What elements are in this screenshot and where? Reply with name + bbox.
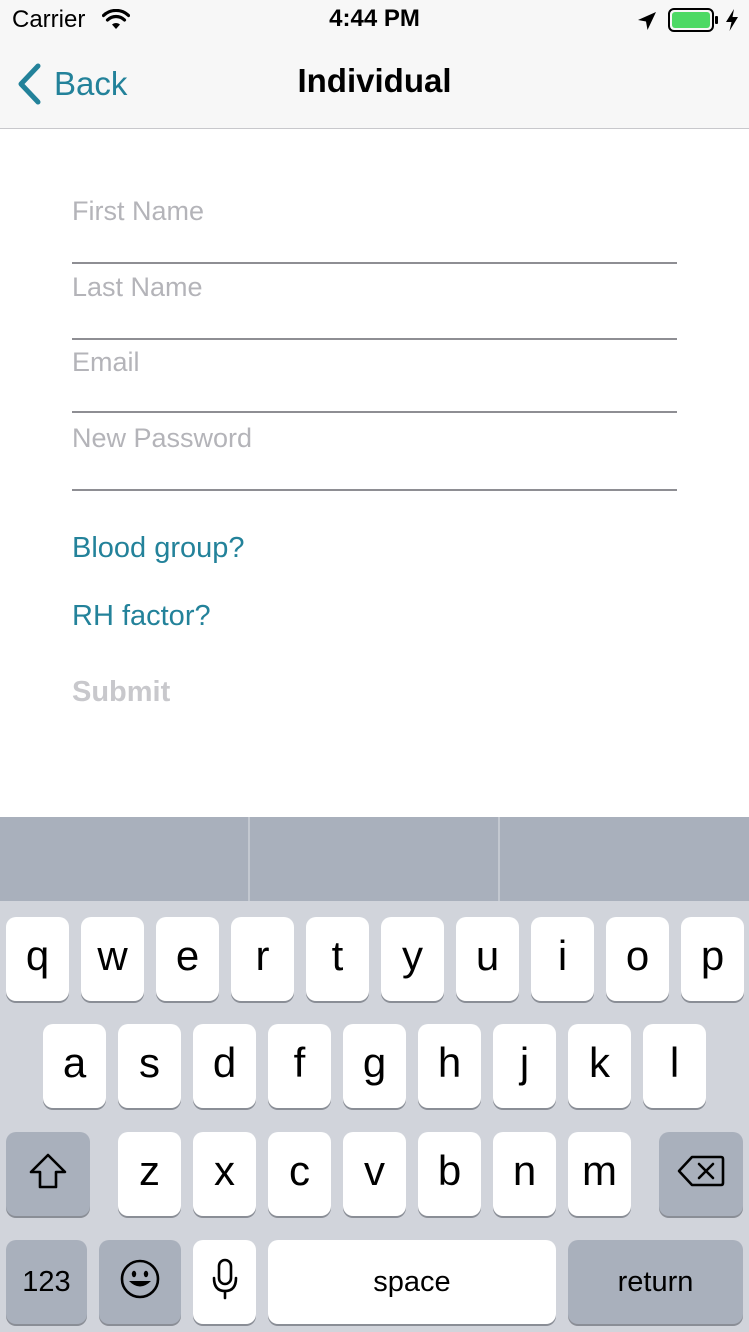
key-v[interactable]: v (343, 1132, 406, 1216)
key-x[interactable]: x (193, 1132, 256, 1216)
microphone-icon (212, 1258, 237, 1300)
key-s[interactable]: s (118, 1024, 181, 1108)
key-t[interactable]: t (306, 917, 369, 1001)
key-c[interactable]: c (268, 1132, 331, 1216)
key-i[interactable]: i (531, 917, 594, 1001)
first-name-field (72, 196, 677, 264)
key-b[interactable]: b (418, 1132, 481, 1216)
last-name-input[interactable] (72, 272, 677, 303)
suggestion-bar (0, 817, 749, 901)
rh-factor-button[interactable]: RH factor? (72, 600, 211, 633)
key-y[interactable]: y (381, 917, 444, 1001)
key-e[interactable]: e (156, 917, 219, 1001)
last-name-field (72, 272, 677, 340)
key-f[interactable]: f (268, 1024, 331, 1108)
emoji-smiley-icon (120, 1259, 160, 1299)
key-h[interactable]: h (418, 1024, 481, 1108)
page-title: Individual (297, 62, 452, 99)
key-q[interactable]: q (6, 917, 69, 1001)
key-l[interactable]: l (643, 1024, 706, 1108)
key-w[interactable]: w (81, 917, 144, 1001)
charging-bolt-icon (726, 9, 738, 31)
first-name-input[interactable] (72, 196, 677, 227)
shift-key[interactable] (6, 1132, 90, 1216)
suggestion-divider (498, 817, 500, 901)
email-field (72, 347, 677, 413)
key-z[interactable]: z (118, 1132, 181, 1216)
numbers-key[interactable]: 123 (6, 1240, 87, 1324)
status-bar: Carrier 4:44 PM (0, 0, 749, 40)
backspace-icon (677, 1155, 725, 1187)
key-g[interactable]: g (343, 1024, 406, 1108)
keyboard: q w e r t y u i o p a s d f g h j k l z … (0, 817, 749, 1332)
delete-key[interactable] (659, 1132, 743, 1216)
new-password-input[interactable] (72, 423, 677, 454)
battery-icon (668, 8, 718, 32)
key-d[interactable]: d (193, 1024, 256, 1108)
space-key[interactable]: space (268, 1240, 556, 1324)
key-r[interactable]: r (231, 917, 294, 1001)
emoji-key[interactable] (99, 1240, 181, 1324)
return-key[interactable]: return (568, 1240, 743, 1324)
navigation-bar: Back Individual (0, 40, 749, 129)
key-u[interactable]: u (456, 917, 519, 1001)
key-a[interactable]: a (43, 1024, 106, 1108)
dictation-key[interactable] (193, 1240, 256, 1324)
location-arrow-icon (638, 12, 656, 30)
submit-button[interactable]: Submit (72, 676, 170, 709)
shift-arrow-icon (29, 1153, 67, 1189)
key-o[interactable]: o (606, 917, 669, 1001)
key-n[interactable]: n (493, 1132, 556, 1216)
email-input[interactable] (72, 347, 677, 378)
key-p[interactable]: p (681, 917, 744, 1001)
key-m[interactable]: m (568, 1132, 631, 1216)
blood-group-button[interactable]: Blood group? (72, 532, 245, 565)
suggestion-divider (248, 817, 250, 901)
key-j[interactable]: j (493, 1024, 556, 1108)
new-password-field (72, 423, 677, 491)
key-k[interactable]: k (568, 1024, 631, 1108)
